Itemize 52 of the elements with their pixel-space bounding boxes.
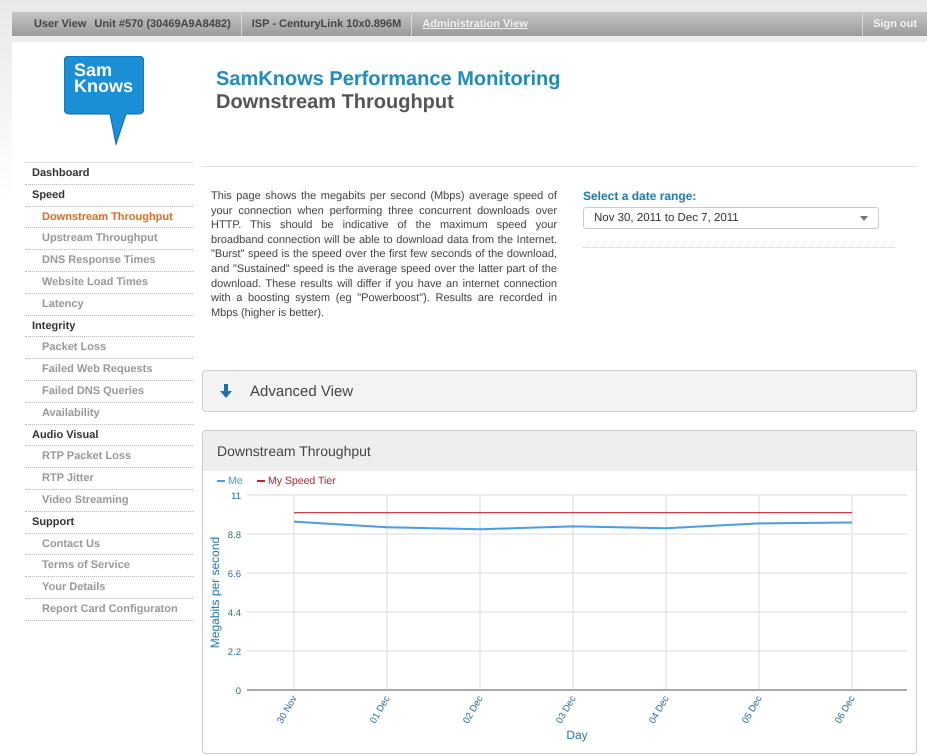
sidebar-item[interactable]: RTP Packet Loss (25, 446, 193, 468)
y-tick-label: 6.6 (228, 569, 241, 580)
page-subtitle: Downstream Throughput (216, 91, 455, 114)
sidebar-item[interactable]: Dashboard (25, 163, 193, 185)
x-tick-label: 01 Dec (368, 694, 393, 726)
down-arrow-icon (220, 384, 232, 398)
y-tick-label: 2.2 (228, 647, 241, 658)
sidebar-item[interactable]: Packet Loss (25, 337, 193, 360)
sidebar-item[interactable]: Failed DNS Queries (25, 380, 193, 403)
sidebar-item[interactable]: Latency (25, 294, 193, 316)
user-view-label: User View (34, 18, 86, 30)
logo: Sam Knows (64, 56, 144, 146)
x-tick-label: 03 Dec (554, 694, 579, 726)
chart-title: Downstream Throughput (217, 443, 371, 459)
x-tick-label: 06 Dec (833, 694, 858, 726)
y-tick-label: 11 (231, 491, 241, 502)
x-tick-label: 02 Dec (461, 694, 486, 726)
x-tick-label: 05 Dec (740, 694, 765, 726)
sidebar-item[interactable]: RTP Jitter (25, 468, 193, 490)
sign-out-link[interactable]: Sign out (873, 18, 917, 30)
advanced-view-bar[interactable]: Advanced View (202, 370, 917, 412)
unit-label: Unit #570 (30469A9A8482) (94, 18, 231, 30)
sidebar-item[interactable]: Integrity (25, 316, 193, 338)
sidebar-item[interactable]: DNS Response Times (25, 250, 193, 272)
legend-label: Me (228, 475, 243, 487)
date-range-label: Select a date range: (583, 189, 698, 203)
y-axis-title: Megabits per second (208, 536, 222, 648)
sidebar-item[interactable]: Downstream Throughput (25, 206, 193, 228)
sidebar-item[interactable]: Your Details (25, 577, 193, 599)
date-range-dropdown[interactable]: Nov 30, 2011 to Dec 7, 2011 (583, 207, 879, 229)
sidebar-item[interactable]: Support (25, 512, 193, 534)
sidebar-item[interactable]: Upstream Throughput (25, 228, 193, 250)
administration-view-link[interactable]: Administration View (422, 18, 528, 30)
y-tick-label: 0 (236, 686, 241, 697)
x-tick-label: 04 Dec (647, 694, 672, 726)
sidebar-item[interactable]: Website Load Times (25, 272, 193, 294)
legend-label: My Speed Tier (268, 475, 336, 487)
page-title: SamKnows Performance Monitoring (216, 68, 560, 91)
caret-icon (860, 216, 868, 220)
description-paragraph: This page shows the megabits per second (Mbps) average speed of your connection when performing three concurrent downloads over HTTP. This should be indicative of the maximum speed your broadband connection will be able to download data from the Internet. "Burst" speed is the speed over the first few seconds of the download, and "Sustained" speed is the average speed over the latter part of the download. These results will differ if you have an internet connection with a boosting system (eg "Powerboost"). Results are recorded in Mbps (higher is better). (211, 189, 557, 321)
isp-label: ISP - CenturyLink 10x0.896M (252, 18, 402, 30)
sidebar-item[interactable]: Availability (25, 402, 193, 425)
sidebar-item[interactable]: Failed Web Requests (25, 359, 193, 381)
y-tick-label: 8.8 (228, 530, 241, 541)
sidebar-item[interactable]: Speed (25, 184, 193, 207)
sidebar-item[interactable]: Audio Visual (25, 424, 193, 446)
sidebar-item[interactable]: Report Card Configuraton (25, 598, 193, 621)
sidebar-item[interactable]: Contact Us (25, 534, 193, 556)
x-axis-title: Day (566, 728, 588, 742)
y-tick-label: 4.4 (228, 608, 241, 619)
sidebar-item[interactable]: Terms of Service (25, 555, 193, 578)
sidebar-item[interactable]: Video Streaming (25, 490, 193, 512)
